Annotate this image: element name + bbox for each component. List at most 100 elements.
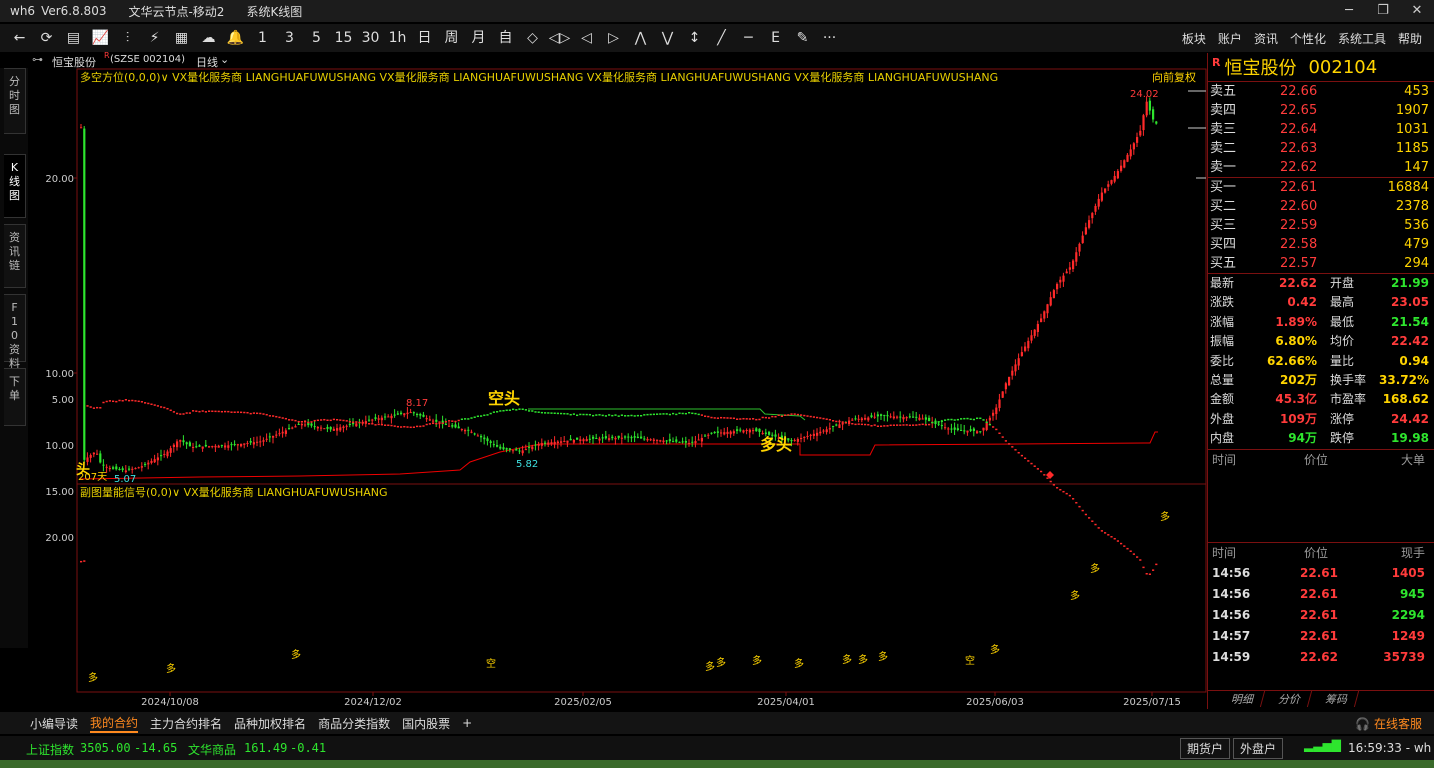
- menu-item[interactable]: 资讯: [1254, 30, 1278, 47]
- main-menu: 板块 账户 资讯 个性化 系统工具 帮助: [1182, 24, 1434, 52]
- quote-tab[interactable]: 筹码: [1315, 691, 1360, 707]
- candle-body: [636, 436, 639, 439]
- close-icon[interactable]: ✕: [1400, 0, 1434, 22]
- candle-body: [310, 423, 313, 426]
- sub-candle: [268, 415, 271, 417]
- candle-body: [732, 431, 735, 434]
- adjust-mode-label[interactable]: 向前复权: [1152, 70, 1196, 84]
- sub-candle: [633, 415, 636, 417]
- bottom-tab[interactable]: 小编导读: [30, 715, 78, 732]
- candle-body: [1078, 243, 1081, 252]
- candle-body: [755, 428, 758, 432]
- candle-body: [870, 415, 873, 418]
- kline-chart[interactable]: 多空方位(0,0,0)∨ VX量化服务商 LIANGHUAFUWUSHANG V…: [0, 0, 1207, 711]
- candle-body: [240, 443, 243, 447]
- sub-candle: [624, 415, 627, 417]
- sub-candle: [1046, 477, 1049, 479]
- sub-candle: [1004, 440, 1007, 442]
- sub-candle: [227, 410, 230, 413]
- quote-tab[interactable]: 分价: [1268, 691, 1313, 707]
- quote-tab[interactable]: 明细: [1221, 691, 1266, 707]
- bid-price[interactable]: 22.57: [1280, 254, 1317, 273]
- candle-body: [736, 429, 739, 431]
- menu-item[interactable]: 帮助: [1398, 30, 1422, 47]
- stat-value: 94万: [1288, 431, 1317, 446]
- bid-row: 买二 22.60 2378: [1208, 197, 1434, 216]
- ask-level: 卖一: [1210, 160, 1237, 175]
- menu-item[interactable]: 账户: [1218, 30, 1242, 47]
- menu-item[interactable]: 系统工具: [1338, 30, 1386, 47]
- ask-row: 卖一 22.62 147: [1208, 158, 1434, 177]
- stat-value: 21.54: [1391, 314, 1429, 329]
- stat-row: 金额 45.3亿 市盈率 168.62: [1208, 390, 1434, 409]
- restore-icon[interactable]: ❐: [1366, 0, 1400, 22]
- xtick-label: 2024/10/08: [141, 697, 199, 708]
- candle-body: [384, 416, 387, 418]
- candle-body: [678, 441, 681, 443]
- sub-candle: [172, 411, 175, 413]
- foreign-account-button[interactable]: 外盘户: [1233, 738, 1284, 759]
- indicator-lines: [79, 90, 1206, 480]
- bottom-tab[interactable]: 商品分类指数: [318, 715, 390, 732]
- ask-price[interactable]: 22.64: [1280, 120, 1317, 139]
- ask-price[interactable]: 22.63: [1280, 139, 1317, 158]
- bottom-tab[interactable]: 主力合约排名: [150, 715, 222, 732]
- bid-price[interactable]: 22.61: [1280, 178, 1317, 197]
- stat-label: 最低: [1330, 314, 1355, 329]
- tick-col-header: 现手: [1400, 545, 1425, 560]
- candle-body: [867, 417, 870, 421]
- sub-candle: [1033, 465, 1036, 467]
- online-service-label: 在线客服: [1373, 717, 1422, 731]
- sub-candle: [646, 413, 649, 416]
- sub-candle: [998, 432, 1001, 435]
- sub-candle: [588, 413, 591, 416]
- stat-label: 跌停: [1330, 431, 1355, 446]
- candle-body: [492, 444, 495, 446]
- sub-candle: [1148, 573, 1151, 575]
- candle-body: [172, 444, 175, 447]
- bottom-tab[interactable]: 国内股票: [402, 715, 450, 732]
- ask-price[interactable]: 22.65: [1280, 101, 1317, 120]
- candle-body: [697, 439, 700, 441]
- sub-candle: [307, 421, 310, 424]
- candle-body: [313, 426, 316, 428]
- candle-body: [118, 468, 121, 470]
- stat-label: 涨跌: [1210, 295, 1235, 310]
- candle-body: [1004, 383, 1007, 390]
- bottom-tab[interactable]: 品种加权排名: [234, 715, 306, 732]
- candle-body: [147, 462, 150, 465]
- bid-price[interactable]: 22.58: [1280, 235, 1317, 254]
- tick-price: 22.61: [1300, 565, 1338, 580]
- sub-signal-label: 多: [716, 656, 726, 669]
- candle-body: [169, 448, 172, 453]
- stat-label: 最高: [1330, 295, 1355, 310]
- sub-candle: [1088, 517, 1091, 519]
- bottom-tab[interactable]: 我的合约: [90, 714, 139, 733]
- candle-body: [854, 418, 857, 420]
- bid-price[interactable]: 22.59: [1280, 216, 1317, 235]
- candle-body: [1104, 188, 1107, 193]
- minimize-icon[interactable]: ─: [1332, 0, 1366, 22]
- sub-candle: [387, 424, 390, 427]
- sub-candle: [99, 407, 102, 409]
- sub-candle: [342, 419, 345, 422]
- ask-level: 卖五: [1210, 84, 1237, 99]
- online-service[interactable]: 🎧 在线客服: [1355, 715, 1422, 732]
- sub-candle: [860, 423, 863, 426]
- stat-row: 委比 62.66% 量比 0.94: [1208, 352, 1434, 371]
- ask-price[interactable]: 22.62: [1280, 158, 1317, 177]
- bottom-tab[interactable]: +: [462, 716, 472, 730]
- ask-price[interactable]: 22.66: [1280, 82, 1317, 101]
- candle-body: [1136, 137, 1139, 143]
- sub-candle: [291, 419, 294, 421]
- candle-body: [563, 440, 566, 442]
- bid-volume: 536: [1404, 218, 1429, 233]
- sub-candle: [441, 422, 444, 425]
- futures-account-button[interactable]: 期货户: [1180, 738, 1231, 759]
- candle-body: [416, 414, 419, 416]
- menu-item[interactable]: 个性化: [1290, 30, 1326, 47]
- candle-body: [422, 414, 425, 417]
- candle-body: [515, 449, 518, 451]
- bid-price[interactable]: 22.60: [1280, 197, 1317, 216]
- candle-body: [1062, 275, 1065, 282]
